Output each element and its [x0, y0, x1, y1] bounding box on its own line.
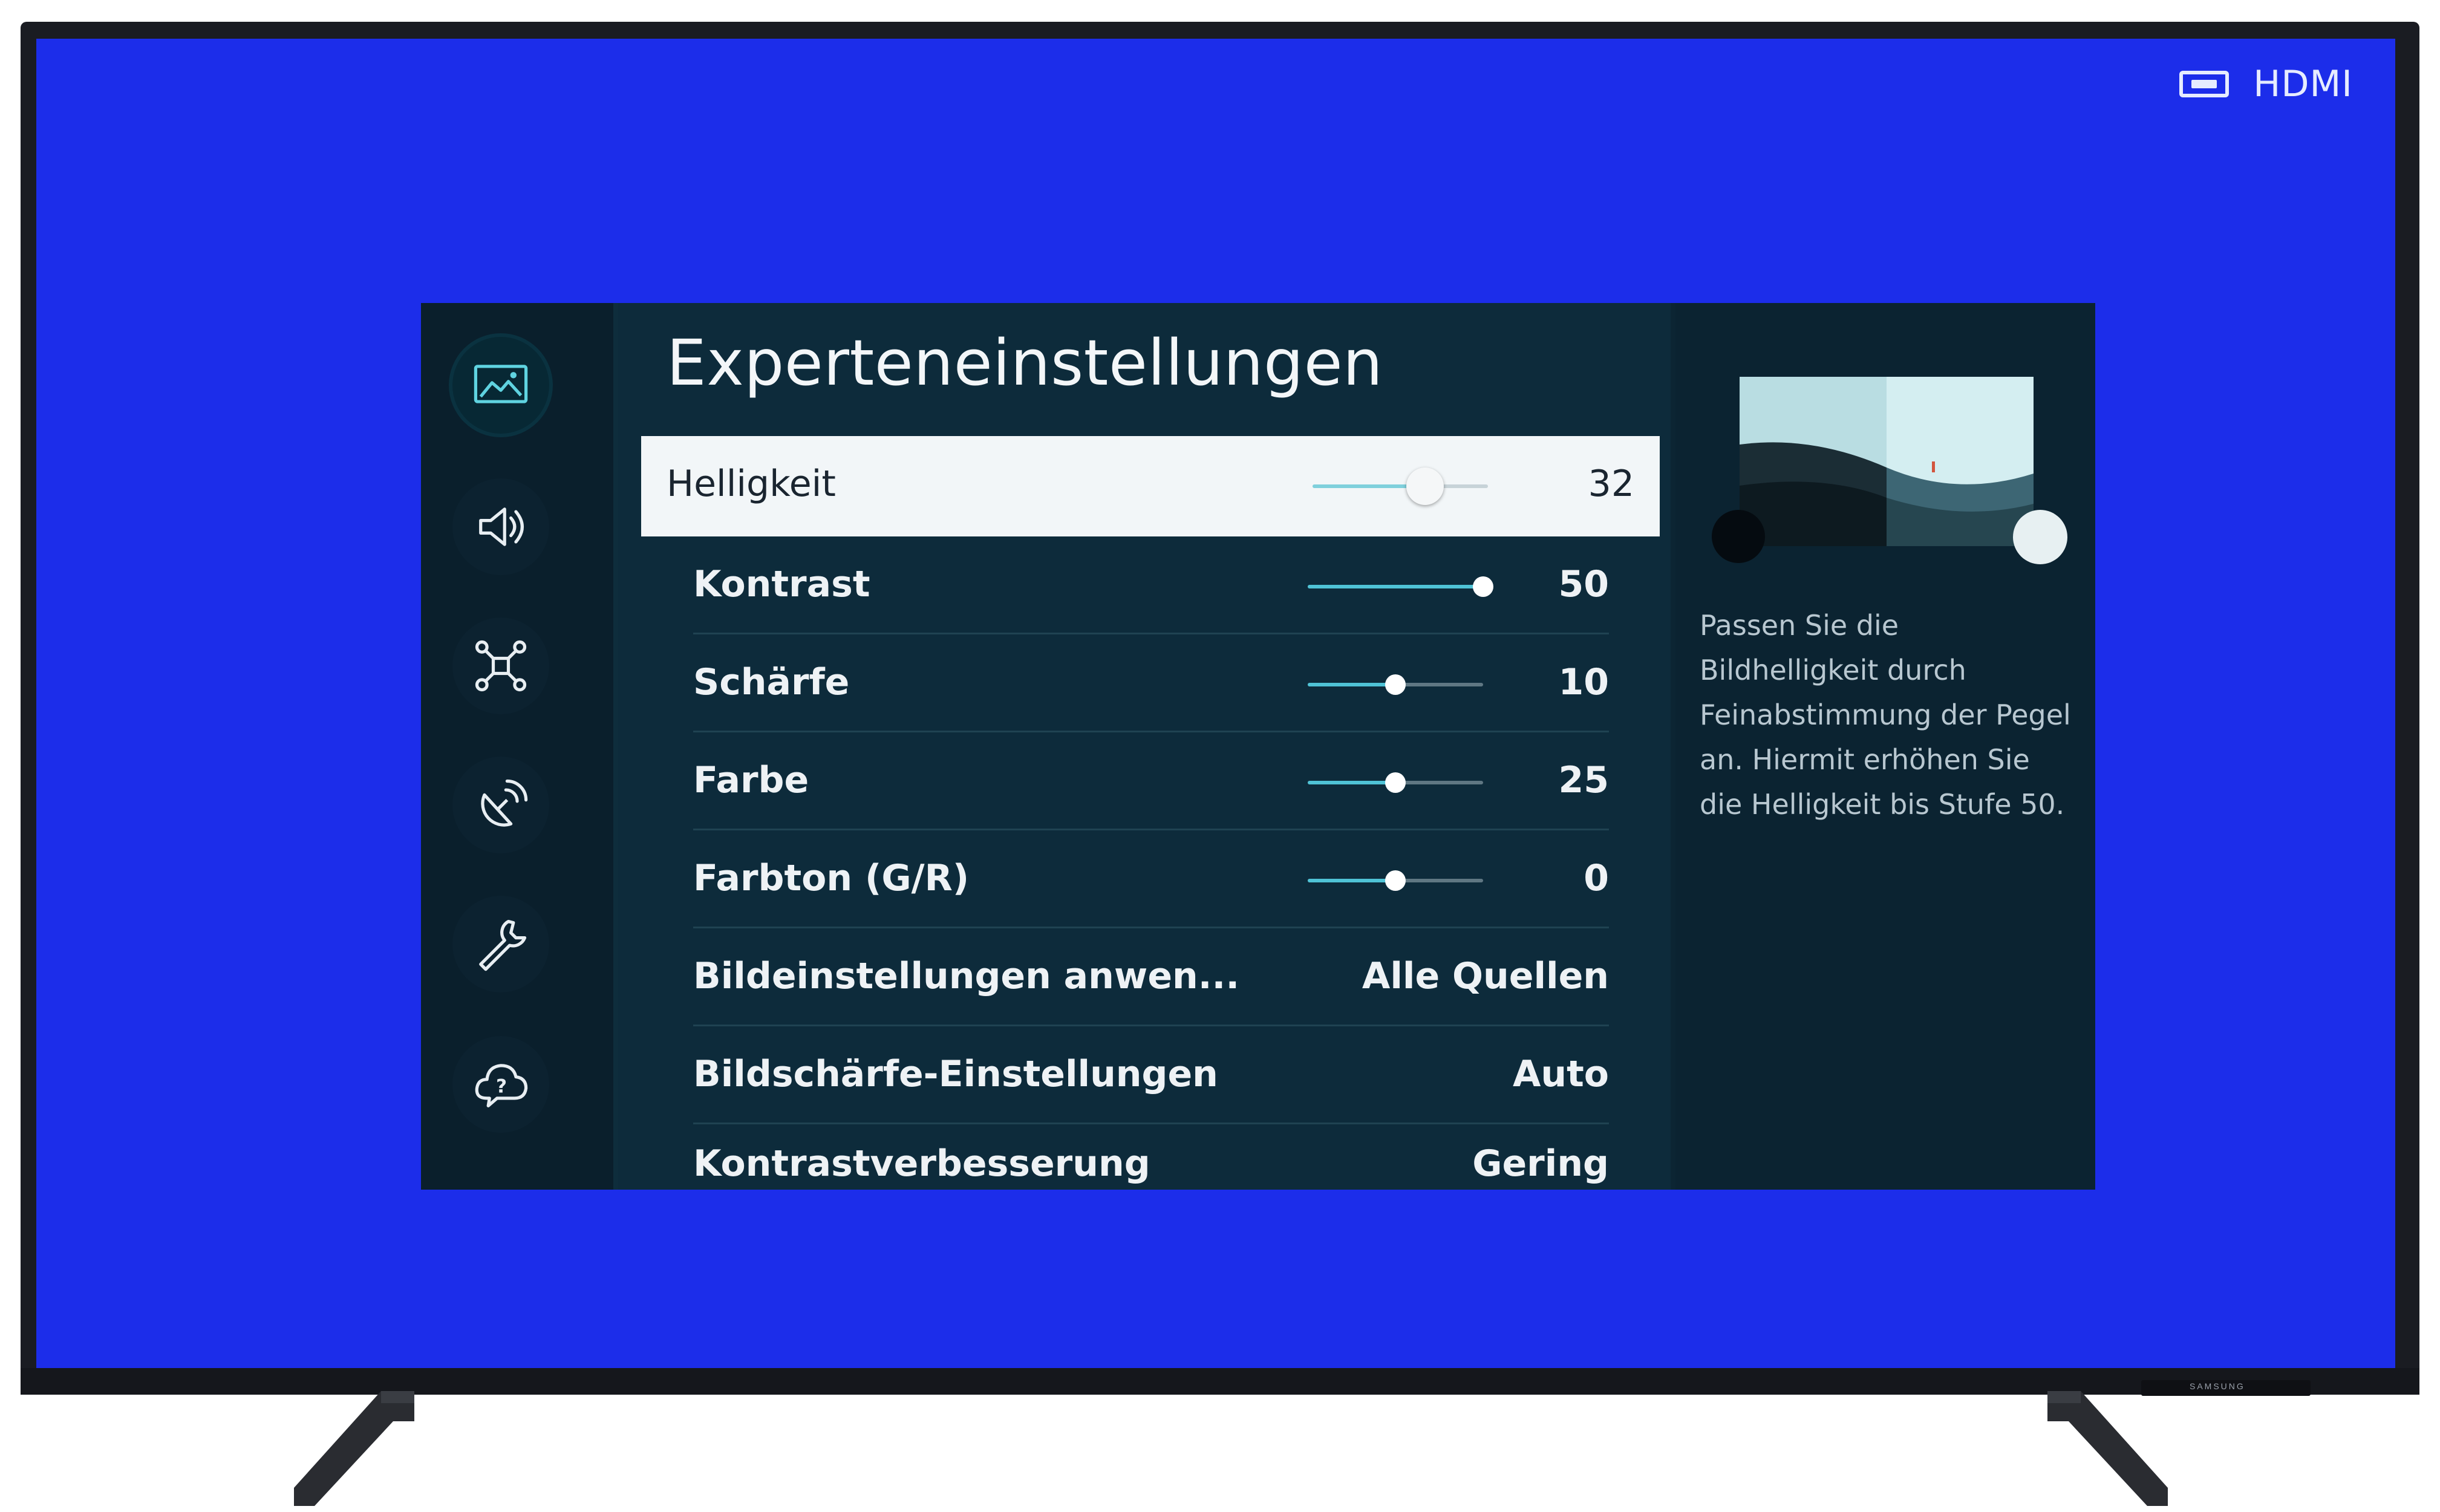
setting-label: Helligkeit: [667, 463, 836, 505]
setting-label: Kontrastverbesserung: [693, 1142, 1150, 1185]
preview-dark-marker: [1712, 510, 1765, 563]
setting-value: 25: [1558, 759, 1610, 801]
sidebar-item-picture[interactable]: [452, 337, 549, 434]
setting-value: 32: [1588, 463, 1634, 505]
picture-icon: [474, 365, 528, 403]
setting-row-schaerfe[interactable]: Schärfe 10: [667, 634, 1634, 732]
setting-label: Farbton (G/R): [693, 857, 970, 899]
farbe-slider[interactable]: [1308, 772, 1483, 793]
setting-row-helligkeit[interactable]: Helligkeit 32: [641, 436, 1660, 536]
settings-menu: ? Experteneinstellungen Helligkeit 32 Ko…: [421, 303, 2095, 1190]
setting-value: 50: [1558, 563, 1610, 605]
setting-row-farbe[interactable]: Farbe 25: [667, 732, 1634, 830]
setting-label: Schärfe: [693, 661, 850, 703]
setting-value: Auto: [1512, 1053, 1609, 1095]
svg-text:?: ?: [496, 1076, 507, 1098]
support-icon: ?: [475, 1064, 528, 1107]
brightness-preview-image: [1740, 377, 2034, 546]
setting-value: Gering: [1472, 1142, 1609, 1185]
sidebar-item-support[interactable]: ?: [452, 1036, 549, 1133]
setting-label: Farbe: [693, 759, 809, 801]
sidebar-item-broadcast[interactable]: [452, 757, 549, 853]
setting-value: 10: [1558, 661, 1610, 703]
setting-row-kontrast[interactable]: Kontrast 50: [667, 536, 1634, 634]
setting-value: 0: [1584, 857, 1609, 899]
sidebar-item-connection[interactable]: [452, 618, 549, 714]
setting-row-farbton[interactable]: Farbton (G/R) 0: [667, 830, 1634, 928]
slider-knob[interactable]: [1385, 674, 1406, 695]
help-description: Passen Sie die Bildhelligkeit durch Fein…: [1700, 609, 2071, 821]
sidebar-item-general[interactable]: [452, 896, 549, 992]
input-source-indicator: HDMI: [2179, 63, 2353, 105]
setting-row-kontrastverbesserung[interactable]: Kontrastverbesserung Gering: [667, 1124, 1634, 1190]
tv-screen: HDMI ? Experteneinstellungen Helligkeit …: [36, 39, 2395, 1368]
setting-label: Kontrast: [693, 563, 870, 605]
farbton-slider[interactable]: [1308, 870, 1483, 891]
sound-icon: [479, 507, 524, 546]
tools-icon: [479, 919, 527, 971]
help-pane: Passen Sie die Bildhelligkeit durch Fein…: [1675, 303, 2095, 1190]
hdmi-input-icon: [2179, 71, 2230, 97]
broadcast-icon: [481, 779, 528, 827]
helligkeit-slider[interactable]: [1313, 468, 1488, 505]
setting-label: Bildschärfe-Einstellungen: [693, 1053, 1218, 1095]
settings-panel: Experteneinstellungen Helligkeit 32 Kont…: [618, 303, 1671, 1190]
slider-knob[interactable]: [1406, 468, 1444, 505]
category-sidebar: ?: [421, 303, 618, 1190]
brand-logo: SAMSUNG: [2190, 1381, 2245, 1391]
slider-knob[interactable]: [1385, 772, 1406, 793]
preview-light-marker: [2013, 510, 2067, 564]
slider-knob[interactable]: [1385, 870, 1406, 891]
schaerfe-slider[interactable]: [1308, 674, 1483, 695]
page-title: Experteneinstellungen: [667, 326, 1383, 400]
slider-knob[interactable]: [1473, 576, 1493, 597]
input-source-label: HDMI: [2253, 63, 2353, 105]
setting-row-bildeinstellungen-anwenden[interactable]: Bildeinstellungen anwen... Alle Quellen: [667, 928, 1634, 1026]
tv-stand-right: [2047, 1391, 2168, 1506]
setting-label: Bildeinstellungen anwen...: [693, 955, 1240, 997]
sidebar-item-sound[interactable]: [452, 478, 549, 575]
tv-stand-left: [294, 1391, 414, 1506]
setting-value: Alle Quellen: [1362, 955, 1609, 997]
connection-icon: [475, 640, 527, 692]
kontrast-slider[interactable]: [1308, 576, 1493, 597]
setting-row-bildschaerfe-einstellungen[interactable]: Bildschärfe-Einstellungen Auto: [667, 1026, 1634, 1124]
